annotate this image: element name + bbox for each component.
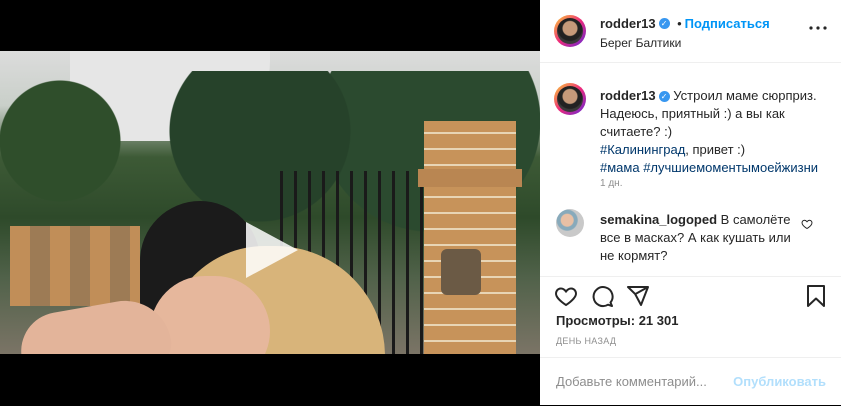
heart-icon[interactable] (554, 284, 578, 308)
more-options-icon[interactable] (809, 18, 827, 36)
hashtag-link[interactable]: #лучшиемоментымоейжизни (643, 160, 818, 175)
comment: semakina_logoped В самолёте все в масках… (600, 211, 800, 265)
video-pillar-cap (418, 169, 522, 187)
bookmark-icon[interactable] (804, 284, 828, 308)
post-caption: rodder13 ✓ Устроил маме сюрприз. Надеюсь,… (600, 87, 832, 177)
verified-badge-icon: ✓ (658, 91, 670, 103)
header-user-line: rodder13 ✓ • Подписаться (600, 15, 770, 33)
caption-username[interactable]: rodder13 (600, 88, 656, 103)
add-comment-bar: Добавьте комментарий... Опубликовать (540, 357, 841, 406)
video-mailbox (441, 249, 481, 295)
video-player[interactable] (0, 0, 540, 405)
verified-badge-icon: ✓ (658, 18, 670, 30)
caption-time[interactable]: 1 дн. (600, 178, 622, 189)
caption-avatar[interactable] (554, 83, 586, 115)
comment-input[interactable]: Добавьте комментарий... (556, 374, 707, 389)
commenter-username[interactable]: semakina_logoped (600, 212, 717, 227)
post-date[interactable]: ДЕНЬ НАЗАД (556, 336, 616, 346)
post-header: rodder13 ✓ • Подписаться Берег Балтики (540, 0, 841, 63)
avatar[interactable] (554, 15, 586, 47)
hashtag-link[interactable]: #Калининград (600, 142, 685, 157)
commenter-avatar[interactable] (556, 209, 584, 237)
separator-dot: • (677, 16, 682, 31)
comment-like-icon[interactable] (801, 218, 813, 230)
caption-text-suffix: , привет :) (685, 142, 746, 157)
hashtag-link[interactable]: #мама (600, 160, 640, 175)
comments-area[interactable]: rodder13 ✓ Устроил маме сюрприз. Надеюсь,… (540, 63, 841, 276)
post-actions: Просмотры: 21 301 ДЕНЬ НАЗАД (540, 276, 841, 367)
username-link[interactable]: rodder13 (600, 16, 656, 31)
location-link[interactable]: Берег Балтики (600, 36, 681, 50)
play-icon[interactable] (246, 222, 298, 278)
comment-icon[interactable] (590, 284, 614, 308)
video-brick-pillar (424, 121, 516, 354)
post-side-panel: rodder13 ✓ • Подписаться Берег Балтики rod… (540, 0, 841, 405)
views-count[interactable]: Просмотры: 21 301 (556, 313, 678, 328)
follow-button[interactable]: Подписаться (685, 16, 770, 31)
publish-button[interactable]: Опубликовать (733, 374, 826, 389)
video-frame[interactable] (0, 51, 540, 354)
video-brick-fence (10, 226, 140, 306)
share-icon[interactable] (626, 284, 650, 308)
